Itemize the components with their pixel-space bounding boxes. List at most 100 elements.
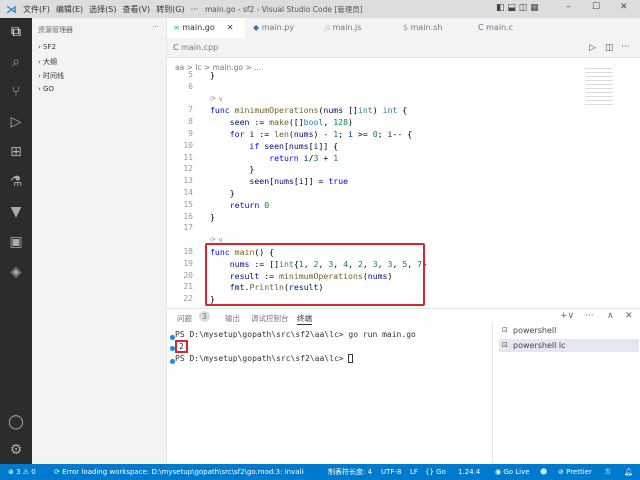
code-token: nums — [323, 105, 349, 116]
code-token: if — [210, 140, 265, 151]
tab-problems[interactable]: 问题 — [177, 313, 192, 324]
code-line[interactable]: seen := make([]bool, 128) — [210, 117, 353, 127]
code-token: ([] — [288, 117, 304, 128]
line-number: 7 — [188, 105, 193, 115]
tab-main-js[interactable]: JS main.js — [319, 18, 361, 38]
problems-status[interactable]: ⊗ 3 ⚠ 0 — [8, 464, 36, 480]
extensions-icon[interactable]: ⊞ — [6, 142, 26, 162]
explorer-icon[interactable]: ⧉ — [6, 22, 26, 42]
section-go[interactable]: › GO — [38, 85, 54, 93]
tab-main-c[interactable]: C main.c — [472, 18, 513, 38]
menu-selection[interactable]: 选择(S) — [89, 4, 116, 15]
code-token: } — [210, 188, 235, 198]
tab-main-cpp[interactable]: C main.cpp — [167, 38, 218, 58]
menu-more[interactable]: ··· — [191, 5, 199, 14]
warning-count: 0 — [31, 468, 36, 476]
indent-status[interactable]: 制表符长度: 4 — [328, 464, 372, 480]
terminal-list: ⊡ powershell ⊡ powershell lc — [492, 322, 640, 464]
codelens[interactable]: ⟳ ∨ — [210, 95, 223, 103]
terminal-item[interactable]: ⊡ powershell — [499, 324, 639, 337]
encoding-status[interactable]: UTF-8 — [381, 464, 401, 480]
close-tab-icon[interactable]: ✕ — [227, 23, 234, 32]
split-editor-icon[interactable]: ◫ — [605, 43, 614, 53]
code-token: make — [269, 117, 289, 128]
panel-more-icon[interactable]: ··· — [585, 311, 594, 321]
tab-main-sh[interactable]: $ main.sh — [397, 18, 442, 38]
code-token: -- { — [392, 129, 413, 139]
tab-main-py[interactable]: ◆ main.py — [247, 18, 294, 38]
menu-view[interactable]: 查看(V) — [122, 4, 150, 15]
source-control-icon[interactable]: ⑂ — [6, 82, 26, 102]
remote-explorer-icon[interactable]: ▣ — [6, 232, 26, 252]
menu-file[interactable]: 文件(F) — [23, 4, 50, 15]
code-line[interactable]: seen[nums[i]] = true — [210, 176, 348, 186]
line-number: 5 — [188, 70, 193, 79]
menu-goto[interactable]: 转到(G) — [156, 4, 184, 15]
line-number: 10 — [183, 140, 193, 150]
workspace-error-status[interactable]: ⟳ Error loading workspace: D:\mysetup\go… — [54, 464, 304, 480]
code-line[interactable]: } — [210, 212, 215, 222]
go-live-button[interactable]: ◉ Go Live — [495, 464, 530, 480]
account-icon[interactable]: ◯ — [6, 412, 26, 432]
menu-edit[interactable]: 编辑(E) — [56, 4, 83, 15]
line-number: 19 — [183, 258, 193, 268]
tab-debug-console[interactable]: 调试控制台 — [251, 313, 289, 324]
terminal-item-active[interactable]: ⊡ powershell lc — [499, 339, 639, 352]
notifications-icon[interactable]: 🔔︎ — [624, 464, 633, 480]
code-line[interactable]: } — [210, 70, 215, 80]
code-token: , — [323, 117, 334, 128]
minimize-button[interactable]: – — [566, 2, 571, 12]
code-token: } — [210, 211, 215, 222]
code-line[interactable]: return 0 — [210, 200, 269, 210]
explorer-more-button[interactable]: ··· — [152, 23, 159, 31]
code-token: nums — [293, 129, 314, 139]
section-sf2[interactable]: › SF2 — [38, 43, 56, 51]
line-number: 12 — [183, 164, 193, 174]
explorer-sidebar: 资源管理器 ··· › SF2 › 大纲 › 时间线 › GO — [32, 18, 167, 464]
code-token: for — [210, 129, 250, 139]
language-status[interactable]: {} Go — [425, 464, 446, 480]
maximize-button[interactable]: ☐ — [592, 2, 600, 12]
tab-terminal[interactable]: 终端 — [297, 313, 312, 325]
search-icon[interactable]: ⌕ — [6, 52, 26, 72]
layout-toggle-icons[interactable]: ◧ ⬓ ◫ ▦ — [496, 3, 539, 13]
eol-status[interactable]: LF — [410, 464, 418, 480]
close-panel-icon[interactable]: ✕ — [625, 311, 633, 321]
line-number: 16 — [183, 211, 193, 221]
section-outline[interactable]: › 大纲 — [38, 57, 57, 67]
section-label: 时间线 — [43, 72, 65, 80]
code-token: ; — [377, 129, 388, 139]
database-icon[interactable]: ▼ — [6, 202, 26, 222]
go-version-status[interactable]: 1.24.4 — [458, 464, 480, 480]
close-button[interactable]: ✕ — [620, 2, 628, 12]
maximize-panel-icon[interactable]: ∧ — [607, 311, 614, 321]
tab-main-go[interactable]: ∞ main.go ✕ — [167, 18, 245, 38]
code-line[interactable]: } — [210, 164, 254, 174]
line-number: 21 — [183, 282, 193, 292]
feedback-icon[interactable]: ℛ — [605, 464, 611, 480]
run-debug-icon[interactable]: ▷ — [6, 112, 26, 132]
run-file-icon[interactable]: ▷ — [589, 43, 596, 53]
editor-tabs-row2: C main.cpp ▷ ◫ ··· — [167, 38, 640, 58]
code-line[interactable]: for i := len(nums) - 1; i >= 0; i-- { — [210, 129, 412, 139]
code-line[interactable]: } — [210, 188, 235, 198]
c-icon: C — [478, 23, 487, 32]
copilot-icon[interactable]: ☻ — [540, 464, 547, 480]
testing-icon[interactable]: ⚗ — [6, 172, 26, 192]
code-line[interactable]: return i/3 + 1 — [210, 153, 338, 163]
prettier-label: Prettier — [566, 468, 592, 476]
terminal-prompt[interactable]: PS D:\mysetup\gopath\src\sf2\aa\lc> — [175, 354, 354, 363]
code-line[interactable]: func minimumOperations(nums []int) int { — [210, 105, 407, 115]
line-number: 8 — [188, 117, 193, 127]
activity-bar: ⧉ ⌕ ⑂ ▷ ⊞ ⚗ ▼ ▣ ◈ ◯ ⚙ — [0, 18, 32, 464]
docker-icon[interactable]: ◈ — [6, 262, 26, 282]
prettier-status[interactable]: ⊘ Prettier — [558, 464, 592, 480]
line-number: 11 — [183, 152, 193, 162]
new-terminal-icon[interactable]: +∨ — [560, 311, 574, 321]
more-actions-icon[interactable]: ··· — [621, 42, 630, 52]
code-line[interactable]: if seen[nums[i]] { — [210, 141, 338, 151]
minimap[interactable] — [585, 68, 613, 108]
section-timeline[interactable]: › 时间线 — [38, 71, 64, 81]
settings-gear-icon[interactable]: ⚙ — [6, 440, 26, 460]
tab-output[interactable]: 输出 — [225, 313, 240, 324]
